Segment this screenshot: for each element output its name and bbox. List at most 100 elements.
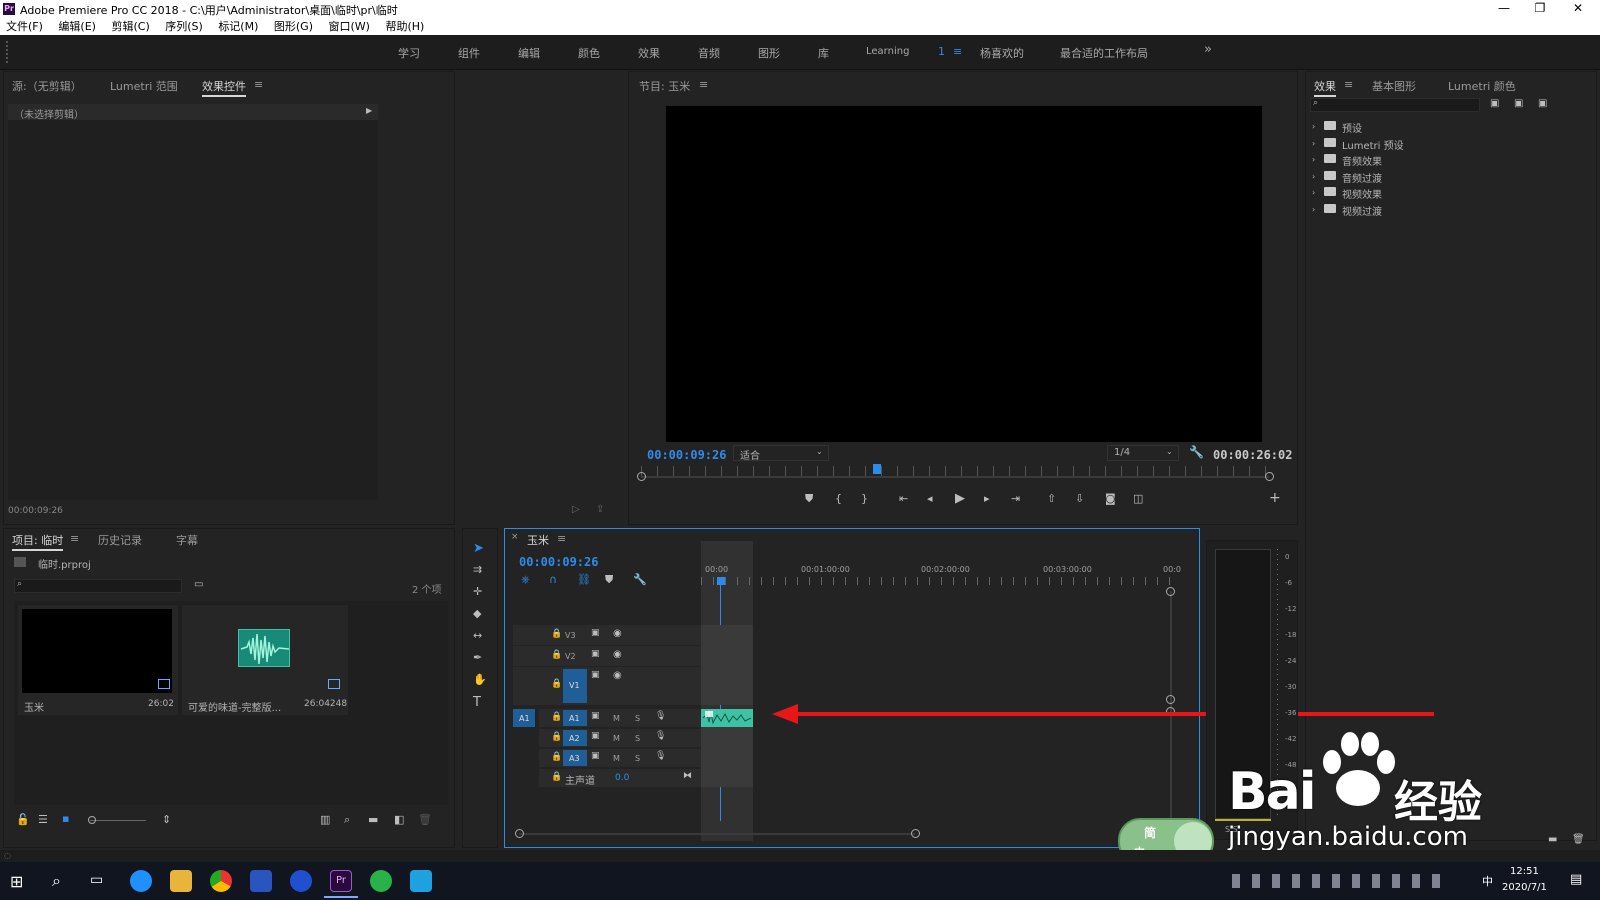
yuv-effects-icon[interactable]: ▣ — [1538, 98, 1547, 109]
more-workspaces-icon[interactable]: » — [1204, 42, 1212, 57]
scroll-handle[interactable] — [1166, 587, 1175, 596]
search-icon[interactable]: ⌕ — [52, 871, 61, 891]
horizontal-scrollbar[interactable] — [519, 833, 915, 835]
workspace-learning[interactable]: Learning — [866, 46, 909, 57]
slip-tool-icon[interactable]: ↔ — [473, 629, 482, 642]
menu-help[interactable]: 帮助(H) — [385, 18, 424, 35]
track-header-a2[interactable]: 🔒 A2 ▣ M S 🎙 — [539, 729, 701, 747]
tab-effects[interactable]: 效果 — [1314, 78, 1336, 97]
mark-in-icon[interactable]: { — [835, 492, 842, 505]
menu-clip[interactable]: 剪辑(C) — [111, 18, 149, 35]
new-item-icon[interactable]: ◧ — [394, 813, 404, 826]
pen-tool-icon[interactable]: ✒ — [473, 651, 482, 664]
solo-button[interactable]: S — [635, 714, 640, 723]
menu-marker[interactable]: 标记(M) — [218, 18, 258, 35]
close-sequence-icon[interactable]: × — [511, 532, 519, 542]
step-back-icon[interactable]: ◂ — [927, 492, 933, 505]
clock-time[interactable]: 12:51 — [1510, 866, 1539, 877]
list-item[interactable]: › 视频过渡 — [1312, 203, 1592, 220]
list-item[interactable]: › 预设 — [1312, 120, 1592, 137]
program-ruler[interactable] — [641, 466, 1269, 476]
expand-arrow-icon[interactable]: ▶ — [366, 106, 372, 115]
restore-button[interactable]: ❐ — [1522, 0, 1558, 18]
comparison-view-icon[interactable]: ◫ — [1133, 492, 1143, 505]
track-header-master[interactable]: 🔒 主声道 0.0 ⧓ — [539, 769, 701, 787]
track-header-v2[interactable]: 🔒 V2 ▣ ◉ — [513, 646, 701, 666]
filter-icon[interactable]: ▷ — [572, 504, 580, 515]
icon-view-icon[interactable]: ▪ — [62, 812, 69, 825]
add-marker-icon[interactable]: ⛊ — [805, 492, 813, 506]
32bit-effects-icon[interactable]: ▣ — [1514, 98, 1523, 109]
sync-lock-icon[interactable]: ▣ — [591, 751, 600, 761]
tab-captions[interactable]: 字幕 — [176, 532, 198, 548]
workspace-assembly[interactable]: 组件 — [458, 45, 480, 61]
go-to-in-icon[interactable]: ⇤ — [899, 492, 908, 505]
baidu-icon[interactable] — [290, 870, 312, 892]
linked-selection-icon[interactable]: ⛓ — [577, 573, 591, 586]
add-marker-icon[interactable]: ⛊ — [605, 573, 613, 587]
lock-icon[interactable]: 🔒 — [551, 732, 562, 742]
timeline-playhead-head[interactable] — [717, 577, 725, 585]
windows-start-icon[interactable]: ⊞ — [10, 872, 23, 891]
microphone-icon[interactable]: 🎙 — [655, 731, 666, 741]
lock-icon[interactable]: 🔓 — [16, 813, 30, 826]
project-menu-icon[interactable]: ≡ — [70, 532, 79, 545]
wechat-icon[interactable] — [370, 870, 392, 892]
fit-dropdown[interactable]: 适合 ⌄ — [733, 445, 829, 462]
clock-date[interactable]: 2020/7/1 — [1502, 882, 1547, 893]
sequence-tab[interactable]: 玉米 — [527, 532, 549, 548]
program-video-display[interactable] — [666, 106, 1262, 442]
lock-icon[interactable]: 🔒 — [551, 650, 562, 660]
nest-icon[interactable]: ⎈ — [521, 573, 530, 587]
track-header-v1[interactable]: 🔒 V1 ▣ ◉ — [513, 667, 701, 705]
list-item[interactable]: › 视频效果 — [1312, 186, 1592, 203]
timeline-menu-icon[interactable]: ≡ — [557, 532, 566, 545]
workspace-color[interactable]: 颜色 — [578, 45, 600, 61]
accelerated-effects-icon[interactable]: ▣ — [1490, 98, 1499, 109]
list-view-icon[interactable]: ☰ — [38, 813, 48, 826]
scroll-handle[interactable] — [911, 829, 920, 838]
sync-lock-icon[interactable]: ▣ — [591, 628, 600, 638]
microphone-icon[interactable]: 🎙 — [655, 751, 666, 761]
browser-icon[interactable] — [130, 870, 152, 892]
close-button[interactable]: ✕ — [1560, 0, 1596, 18]
workspace-menu-icon[interactable]: ≡ — [953, 45, 962, 58]
lock-icon[interactable]: 🔒 — [551, 629, 562, 639]
workspace-editing[interactable]: 编辑 — [518, 45, 540, 61]
lock-icon[interactable]: 🔒 — [551, 679, 562, 689]
chrome-icon[interactable] — [210, 870, 232, 892]
list-item[interactable]: › 音频效果 — [1312, 153, 1592, 170]
video-track-area[interactable] — [701, 625, 753, 705]
mute-button[interactable]: M — [613, 714, 620, 723]
menu-graphics[interactable]: 图形(G) — [274, 18, 313, 35]
camera-icon[interactable]: ◙ — [1105, 492, 1116, 505]
scroll-handle[interactable] — [515, 829, 524, 838]
automate-sequence-icon[interactable]: ▥ — [320, 813, 330, 826]
solo-button[interactable]: S — [635, 734, 640, 743]
selection-tool-icon[interactable]: ➤ — [473, 541, 484, 556]
app-icon[interactable] — [250, 870, 272, 892]
tab-project[interactable]: 项目: 临时 — [12, 532, 64, 551]
project-item[interactable]: 可爱的味道-完整版... 26:04248 — [182, 605, 348, 715]
track-select-tool-icon[interactable]: ⇉ — [473, 563, 482, 576]
type-tool-icon[interactable]: T — [473, 695, 481, 710]
find-icon[interactable]: ⌕ — [344, 813, 350, 827]
razor-tool-icon[interactable]: ◆ — [473, 607, 481, 620]
workspace-active-number[interactable]: 1 — [938, 45, 945, 58]
timeline-settings-icon[interactable]: 🔧 — [633, 573, 647, 586]
list-item[interactable]: › Lumetri 预设 — [1312, 137, 1592, 154]
track-header-a1[interactable]: 🔒 A1 ▣ M S 🎙 — [539, 709, 701, 727]
export-frame-icon[interactable]: ⇪ — [596, 504, 604, 515]
program-timecode[interactable]: 00:00:09:26 — [647, 448, 726, 462]
premiere-taskbar-icon[interactable]: Pr — [330, 870, 352, 892]
sync-lock-icon[interactable]: ▣ — [591, 731, 600, 741]
app-icon[interactable] — [410, 870, 432, 892]
sort-icon[interactable]: ⇕ — [162, 813, 171, 826]
mute-button[interactable]: M — [613, 734, 620, 743]
track-header-v3[interactable]: 🔒 V3 ▣ ◉ — [513, 625, 701, 645]
lock-icon[interactable]: 🔒 — [551, 752, 562, 762]
extract-icon[interactable]: ⇩ — [1075, 492, 1084, 505]
solo-button[interactable]: S — [635, 754, 640, 763]
zoom-slider[interactable] — [90, 820, 146, 821]
timeline-ruler[interactable] — [701, 577, 1181, 585]
